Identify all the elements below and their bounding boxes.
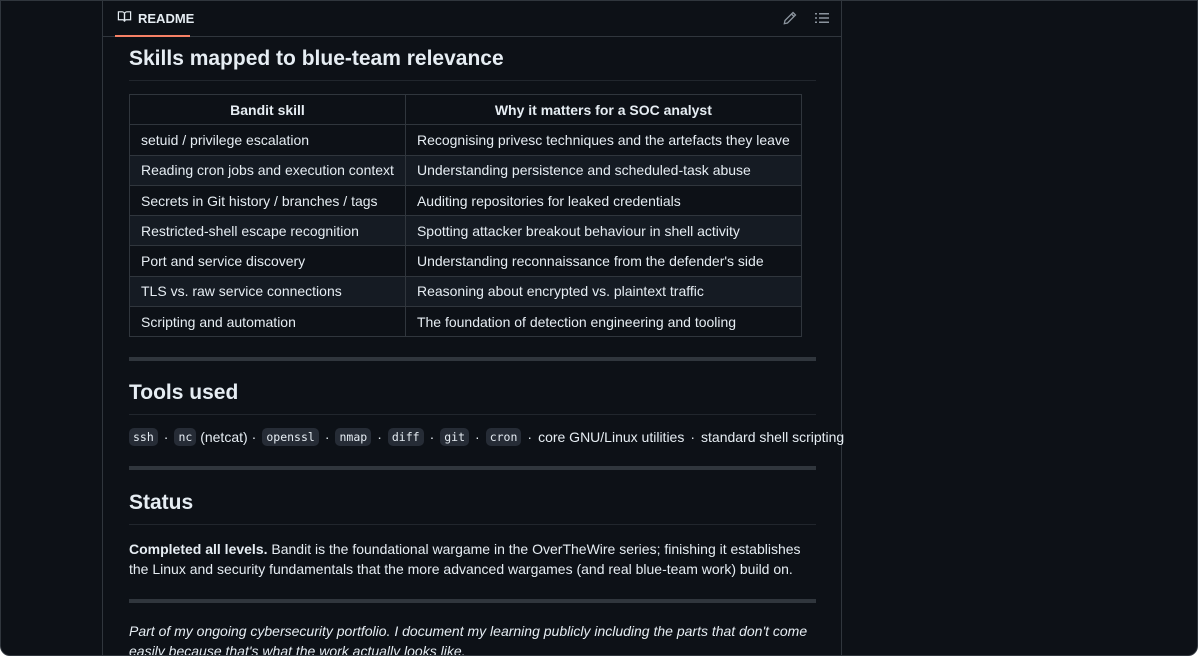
table-cell: Understanding reconnaissance from the de…: [404, 245, 802, 277]
tools-heading: Tools used: [129, 381, 816, 416]
closing-note: Part of my ongoing cybersecurity portfol…: [129, 623, 808, 656]
table-cell: The foundation of detection engineering …: [404, 306, 802, 338]
tool-code: git: [440, 428, 470, 447]
readme-content: Skills mapped to blue-team relevance Ban…: [129, 37, 844, 656]
table-header-cell: Bandit skill: [129, 93, 406, 126]
tool-text: core GNU/Linux utilities: [538, 429, 685, 446]
pencil-icon[interactable]: [782, 10, 798, 26]
table-cell: Port and service discovery: [129, 245, 406, 277]
skills-heading: Skills mapped to blue-team relevance: [129, 47, 816, 81]
table-cell: TLS vs. raw service connections: [129, 275, 406, 308]
section-divider: [129, 599, 816, 604]
table-cell: Recognising privesc techniques and the a…: [404, 124, 802, 156]
table-cell: Auditing repositories for leaked credent…: [404, 184, 802, 217]
status-heading: Status: [129, 491, 816, 526]
tool-suffix: (netcat): [196, 429, 248, 446]
tool-code: openssl: [262, 428, 319, 447]
separator: ·: [163, 429, 169, 446]
section-divider: [129, 357, 816, 362]
tools-list: ssh · nc (netcat) · openssl · nmap · dif…: [129, 428, 844, 447]
section-divider: [129, 466, 816, 471]
table-cell: Scripting and automation: [129, 306, 406, 338]
table-cell: Reading cron jobs and execution context: [129, 154, 406, 186]
table-header-cell: Why it matters for a SOC analyst: [404, 93, 802, 126]
separator: ·: [324, 429, 330, 446]
table-cell: Understanding persistence and scheduled-…: [404, 154, 802, 186]
table-row: TLS vs. raw service connections Reasonin…: [129, 275, 802, 308]
list-icon[interactable]: [814, 10, 830, 26]
table-cell: Reasoning about encrypted vs. plaintext …: [404, 275, 802, 308]
separator: ·: [377, 429, 382, 446]
tool-code: cron: [485, 428, 522, 447]
readme-tab[interactable]: README: [115, 1, 194, 37]
book-icon: [117, 9, 132, 27]
tool-code: nc: [174, 428, 197, 447]
separator: ·: [429, 429, 435, 446]
readme-panel: README Skills mapped to blue-team releva…: [102, 1, 844, 656]
table-row: setuid / privilege escalation Recognisin…: [129, 124, 802, 156]
table-row: Port and service discovery Understanding…: [129, 245, 802, 277]
separator: ·: [475, 429, 480, 446]
table-cell: Restricted-shell escape recognition: [129, 215, 406, 247]
tool-code: ssh: [129, 428, 158, 447]
separator: ·: [690, 429, 696, 446]
separator: ·: [527, 429, 533, 446]
table-row: Reading cron jobs and execution context …: [129, 154, 802, 186]
status-paragraph: Completed all levels. Bandit is the foun…: [129, 539, 816, 579]
readme-header: README: [103, 1, 841, 37]
status-bold: Completed all levels.: [129, 541, 268, 558]
table-row: Scripting and automation The foundation …: [129, 306, 802, 338]
browser-window: README Skills mapped to blue-team releva…: [0, 0, 1198, 656]
tool-code: diff: [387, 428, 424, 447]
table-row: Secrets in Git history / branches / tags…: [129, 184, 802, 217]
skills-table: Bandit skill Why it matters for a SOC an…: [129, 93, 802, 338]
table-cell: setuid / privilege escalation: [129, 124, 406, 156]
table-cell: Spotting attacker breakout behaviour in …: [404, 215, 802, 247]
separator: ·: [251, 429, 257, 446]
readme-tab-label: README: [138, 10, 195, 26]
table-row: Restricted-shell escape recognition Spot…: [129, 215, 802, 247]
tool-code: nmap: [335, 428, 372, 447]
table-header-row: Bandit skill Why it matters for a SOC an…: [129, 93, 802, 126]
table-cell: Secrets in Git history / branches / tags: [129, 184, 406, 217]
tool-text: standard shell scripting: [701, 429, 845, 446]
